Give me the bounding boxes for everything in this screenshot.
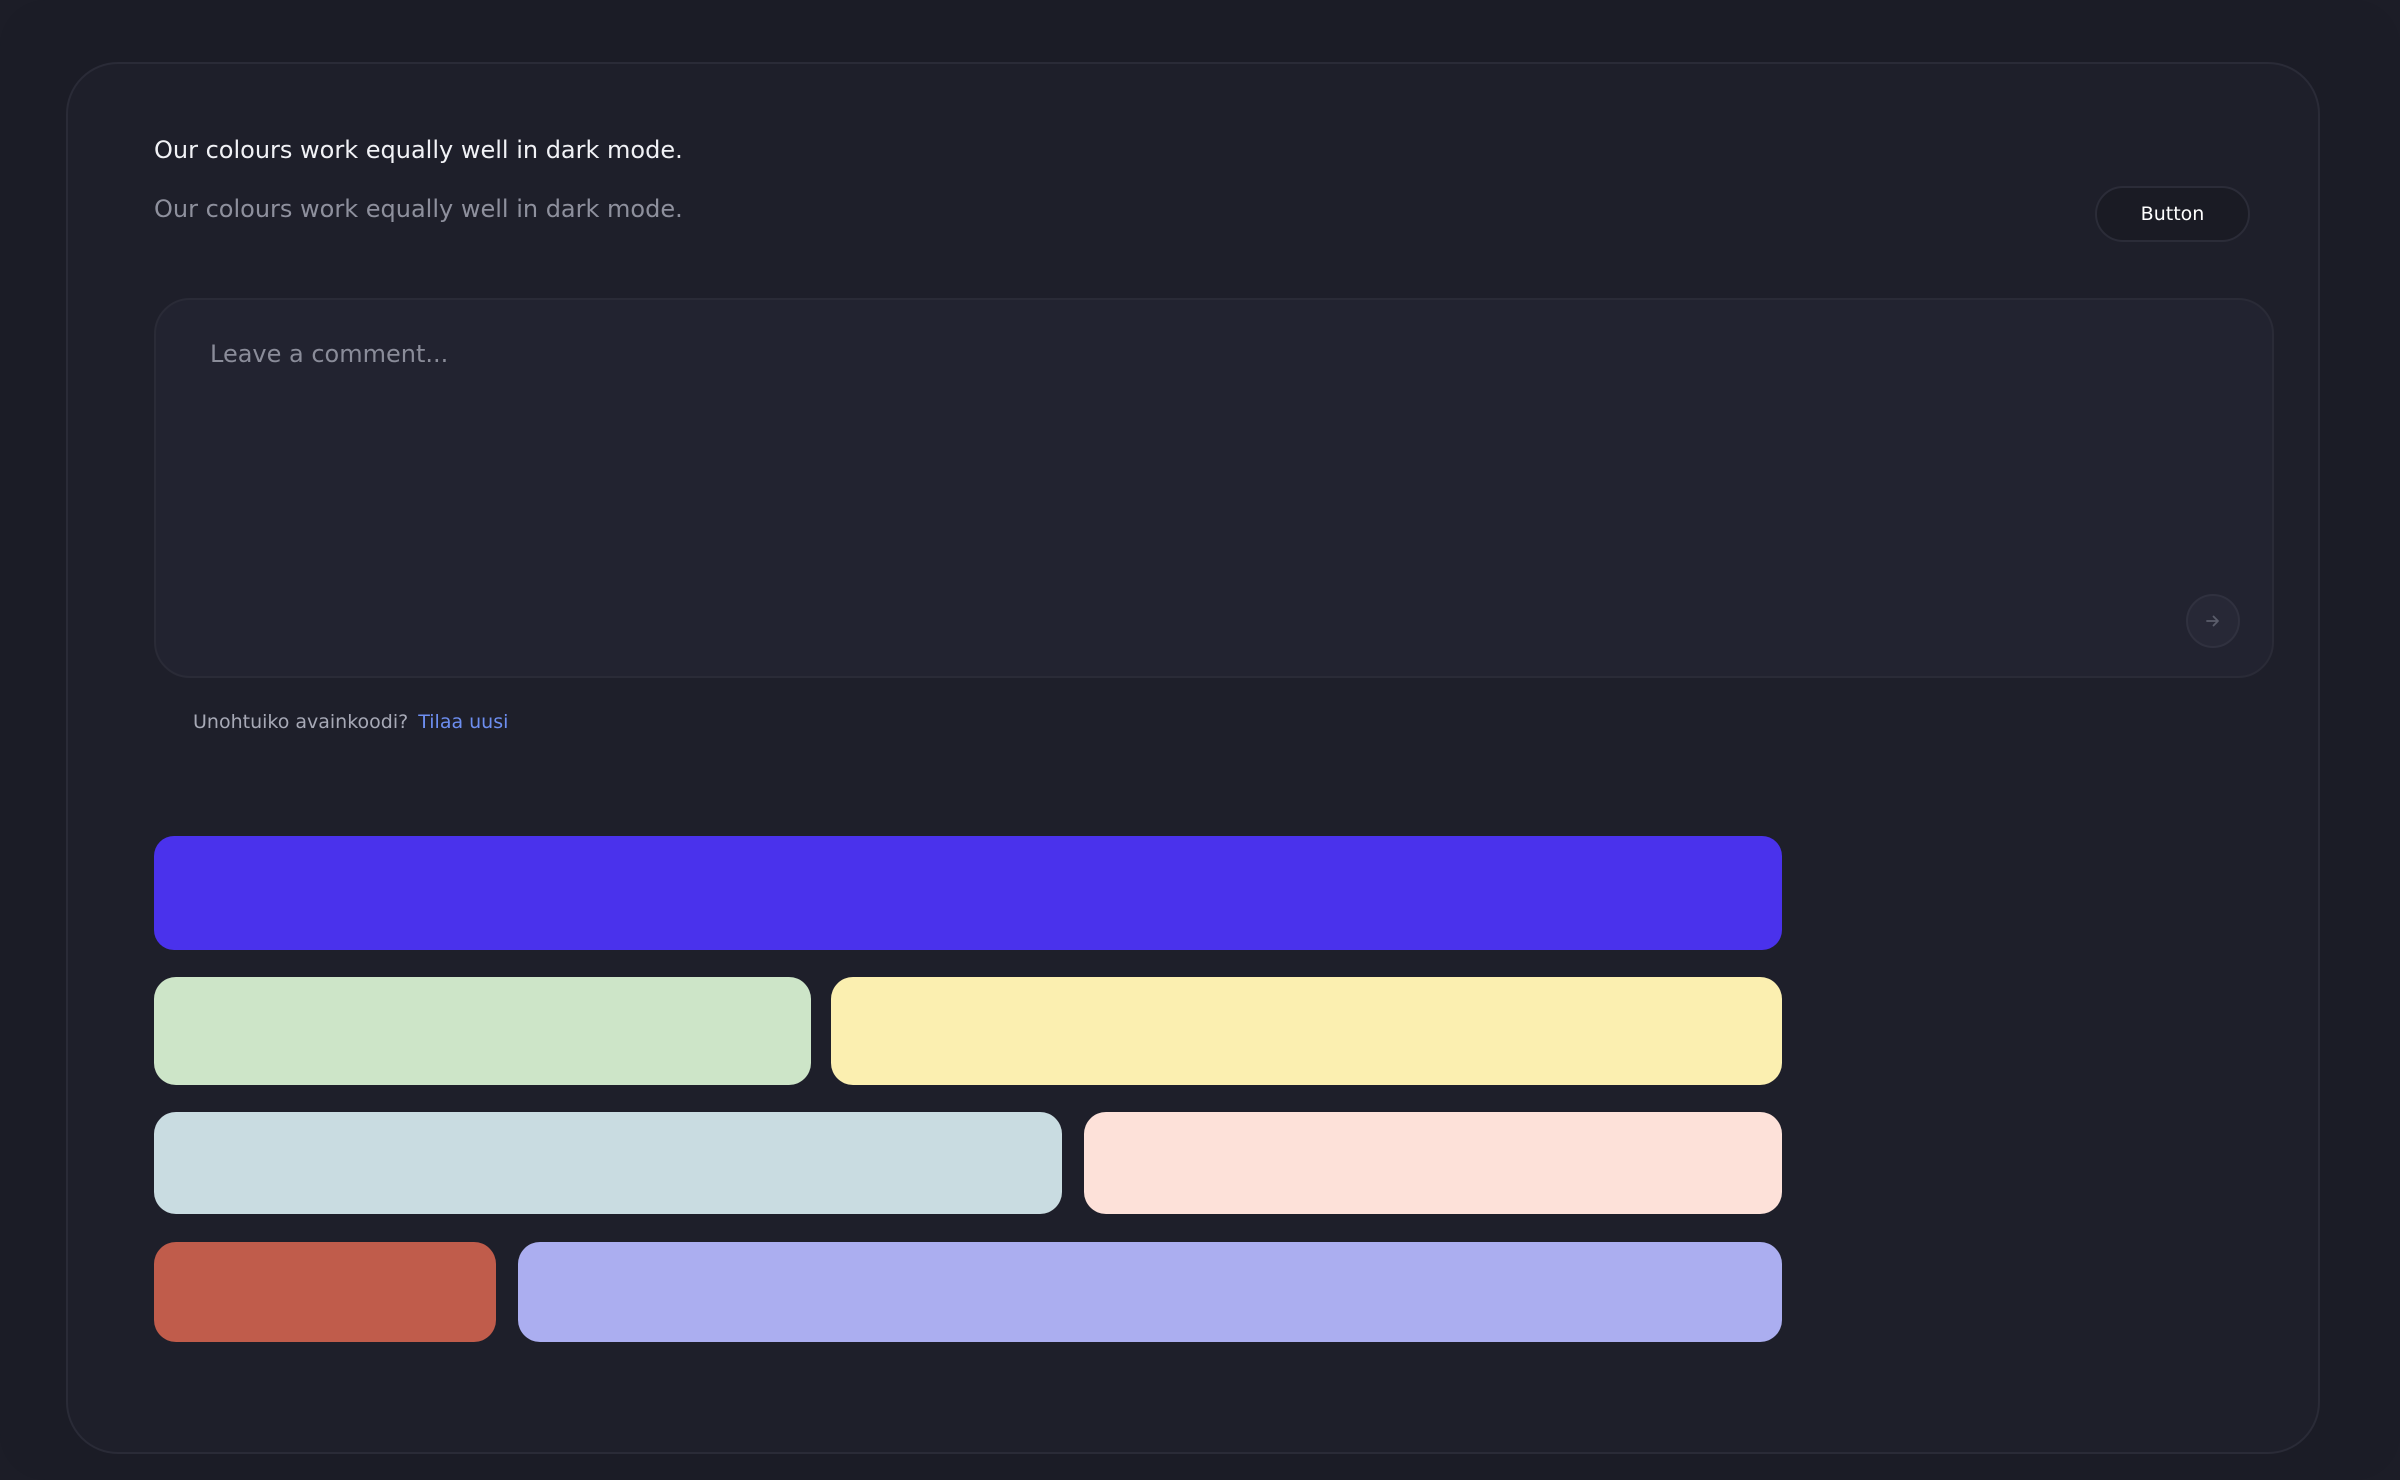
swatch-red — [154, 1242, 496, 1342]
screen-background: Our colours work equally well in dark mo… — [0, 0, 2400, 1480]
primary-button[interactable]: Button — [2095, 186, 2250, 242]
headline-text: Our colours work equally well in dark mo… — [154, 136, 683, 164]
order-new-link[interactable]: Tilaa uusi — [418, 711, 508, 733]
swatch-green — [154, 977, 811, 1085]
arrow-right-icon — [2206, 615, 2219, 627]
subline-text: Our colours work equally well in dark mo… — [154, 195, 683, 223]
forgot-passcode-text: Unohtuiko avainkoodi? — [193, 711, 409, 733]
comment-input[interactable] — [210, 340, 2110, 640]
swatch-lavender — [518, 1242, 1782, 1342]
send-button[interactable] — [2186, 594, 2240, 648]
swatch-light-blue — [154, 1112, 1062, 1214]
swatch-peach — [1084, 1112, 1782, 1214]
swatch-yellow — [831, 977, 1782, 1085]
swatch-purple — [154, 836, 1782, 950]
comment-box — [154, 298, 2274, 678]
forgot-passcode-row: Unohtuiko avainkoodi? Tilaa uusi — [193, 711, 508, 733]
